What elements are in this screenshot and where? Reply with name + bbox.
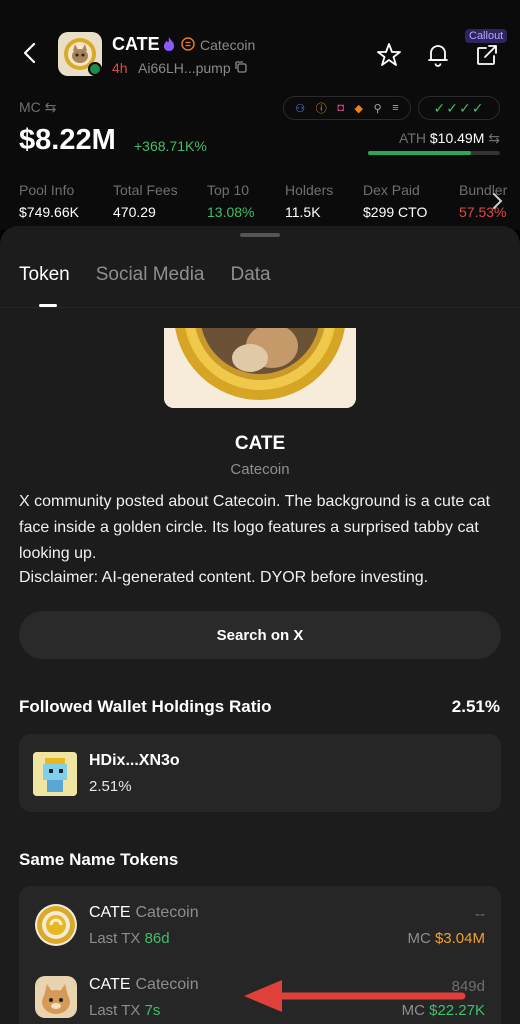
wallet-card[interactable]: HDix...XN3o 2.51% — [19, 734, 501, 812]
same-name-row[interactable]: CATE Catecoin Last TX 86d -- MC $3.04M — [19, 888, 501, 960]
bell-icon[interactable] — [425, 42, 451, 68]
stat-label: Total Fees — [113, 182, 178, 198]
contract-address[interactable]: Ai66LH...pump — [138, 60, 231, 76]
followed-wallet-ratio: 2.51% — [451, 697, 500, 716]
token-avatar — [35, 904, 77, 946]
tab-data[interactable]: Data — [230, 264, 270, 286]
people-icon: ⚇ — [295, 102, 306, 115]
same-name-title: Same Name Tokens — [19, 850, 179, 869]
chevron-right-icon[interactable] — [486, 190, 508, 212]
search-on-x-button[interactable]: Search on X — [19, 611, 501, 659]
callout-badge[interactable]: Callout — [465, 29, 508, 43]
copy-icon[interactable] — [234, 60, 248, 74]
menu-icon: ≡ — [392, 102, 399, 114]
stat-0[interactable]: Pool Info $749.66K — [19, 182, 79, 220]
drag-handle[interactable] — [240, 233, 280, 237]
stat-label: Dex Paid — [363, 182, 420, 198]
token-info-symbol: CATE — [234, 433, 286, 454]
tab-bar: Token Social Media Data — [19, 264, 271, 286]
ai-disclaimer: Disclaimer: AI-generated content. DYOR b… — [19, 569, 429, 586]
verified-dot-icon — [88, 62, 102, 76]
stat-1[interactable]: Total Fees 470.29 — [113, 182, 178, 220]
tab-divider — [0, 307, 520, 308]
token-header: CATE Catecoin 4h Ai66LH...pump Callout M… — [0, 0, 520, 230]
search-icon: ⚲ — [373, 102, 382, 115]
stat-label: Top 10 — [207, 182, 250, 198]
stat-value: $299 CTO — [363, 204, 428, 220]
tab-social-media[interactable]: Social Media — [96, 264, 205, 286]
row-last-tx: Last TX 7s — [89, 1002, 161, 1019]
tab-token[interactable]: Token — [19, 264, 70, 286]
market-cap-value: $8.22M — [19, 124, 116, 156]
wallet-holding-pct: 2.51% — [89, 778, 132, 795]
stat-value: 470.29 — [113, 204, 156, 220]
metamask-icon: ◆ — [354, 102, 364, 115]
star-icon[interactable] — [376, 42, 402, 68]
market-cap-label[interactable]: MC ⇆ — [19, 99, 56, 116]
row-token-name: CATE Catecoin — [89, 904, 199, 921]
token-symbol: CATE — [112, 34, 160, 54]
annotation-arrow-icon — [244, 980, 466, 1012]
flame-icon — [164, 37, 174, 51]
warning-icon: ⓘ — [315, 103, 327, 115]
token-image — [164, 328, 356, 408]
row-last-tx: Last TX 86d — [89, 930, 170, 947]
token-description: X community posted about Catecoin. The b… — [19, 493, 491, 562]
swap-icon: ⇆ — [44, 99, 57, 115]
row-token-name: CATE Catecoin — [89, 976, 199, 993]
stat-label: Holders — [285, 182, 334, 198]
wallet-name: HDix...XN3o — [89, 752, 180, 769]
instagram-icon: ◘ — [337, 102, 344, 114]
market-cap-change: +368.71K% — [134, 138, 207, 154]
token-full-name: Catecoin — [200, 37, 256, 53]
stat-3[interactable]: Holders 11.5K — [285, 182, 333, 220]
token-avatar — [35, 976, 77, 1018]
row-market-cap: MC $3.04M — [407, 930, 485, 947]
stats-strip[interactable]: Pool Info $749.66K Total Fees 470.29 Top 10 1… — [19, 182, 520, 226]
coin-link-icon[interactable] — [181, 37, 195, 51]
social-badges[interactable]: ⚇ ⓘ ◘ ◆ ⚲ ≡ — [283, 96, 411, 120]
stat-value: 11.5K — [285, 204, 321, 220]
token-age: 4h — [112, 60, 128, 76]
followed-wallet-title: Followed Wallet Holdings Ratio — [19, 697, 272, 716]
token-info-name: Catecoin — [230, 461, 290, 478]
row-age: -- — [475, 906, 485, 923]
share-icon[interactable] — [474, 42, 500, 68]
back-arrow-icon[interactable] — [18, 40, 44, 66]
wallet-avatar — [33, 752, 77, 796]
stat-2[interactable]: Top 10 13.08% — [207, 182, 254, 220]
token-detail-sheet: Token Social Media Data CATE Catecoin X … — [0, 226, 520, 1024]
stat-label: Pool Info — [19, 182, 75, 198]
stat-value: 13.08% — [207, 204, 255, 220]
stat-4[interactable]: Dex Paid $299 CTO — [363, 182, 427, 220]
stat-value: $749.66K — [19, 204, 79, 220]
ath-progress-bar — [368, 151, 500, 155]
swap-icon: ⇆ — [488, 130, 500, 146]
audit-checks[interactable]: ✓✓✓✓ — [418, 96, 500, 120]
ath-display: ATH $10.49M ⇆ — [399, 130, 500, 146]
